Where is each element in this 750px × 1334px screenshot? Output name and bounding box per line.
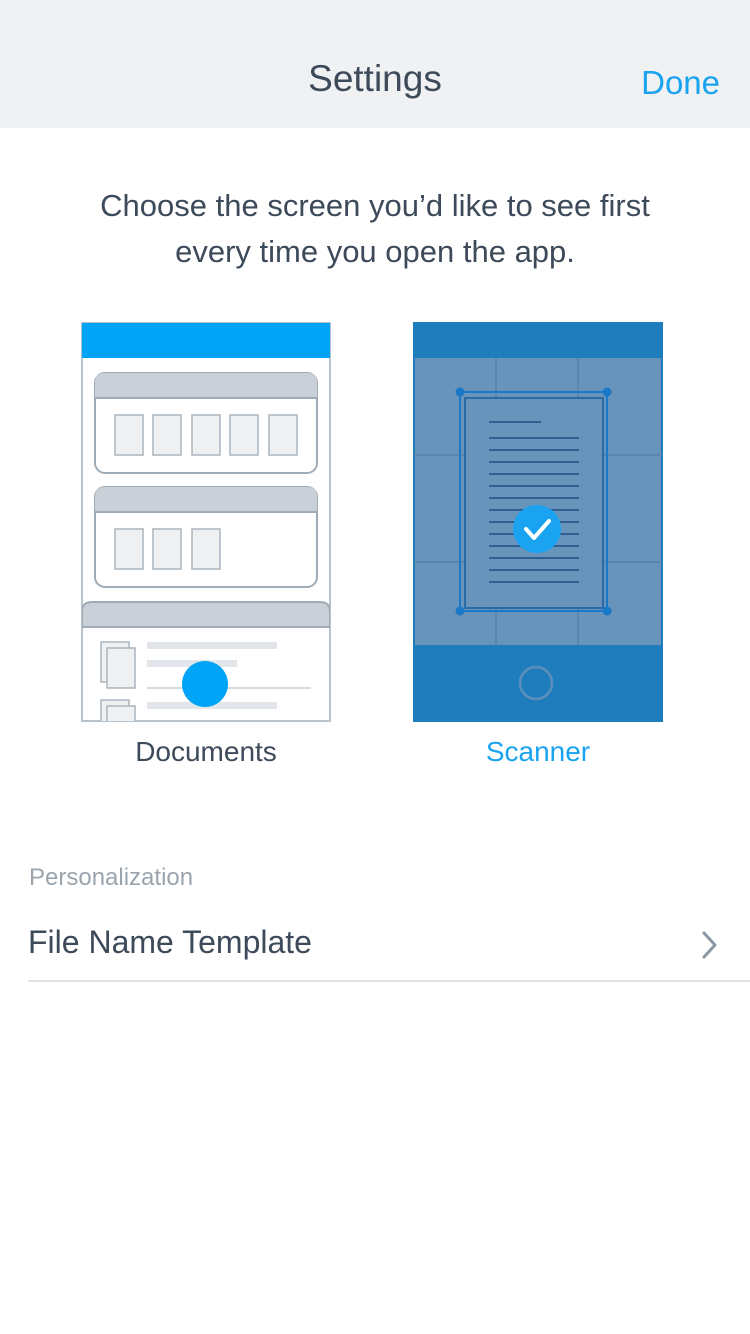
intro-line-2: every time you open the app. [175, 234, 575, 269]
chevron-right-icon [702, 931, 717, 959]
intro-line-1: Choose the screen you’d like to see firs… [100, 188, 650, 223]
scanner-option-label: Scanner [485, 736, 591, 767]
page-title: Settings [308, 58, 442, 99]
done-button[interactable]: Done [641, 64, 720, 102]
selected-check-icon [513, 505, 561, 553]
start-screen-option-documents[interactable]: Documents [81, 322, 331, 767]
nav-bar: Settings Done [0, 0, 750, 128]
start-screen-option-scanner[interactable]: Scanner [413, 322, 663, 767]
documents-preview-illustration [81, 322, 331, 722]
documents-option-label: Documents [135, 736, 277, 767]
file-name-template-row[interactable]: File Name Template [28, 912, 750, 982]
intro-text: Choose the screen you’d like to see firs… [40, 183, 710, 275]
scanner-preview-illustration [413, 322, 663, 722]
file-name-template-label: File Name Template [28, 924, 312, 960]
personalization-section-title: Personalization [29, 864, 194, 891]
